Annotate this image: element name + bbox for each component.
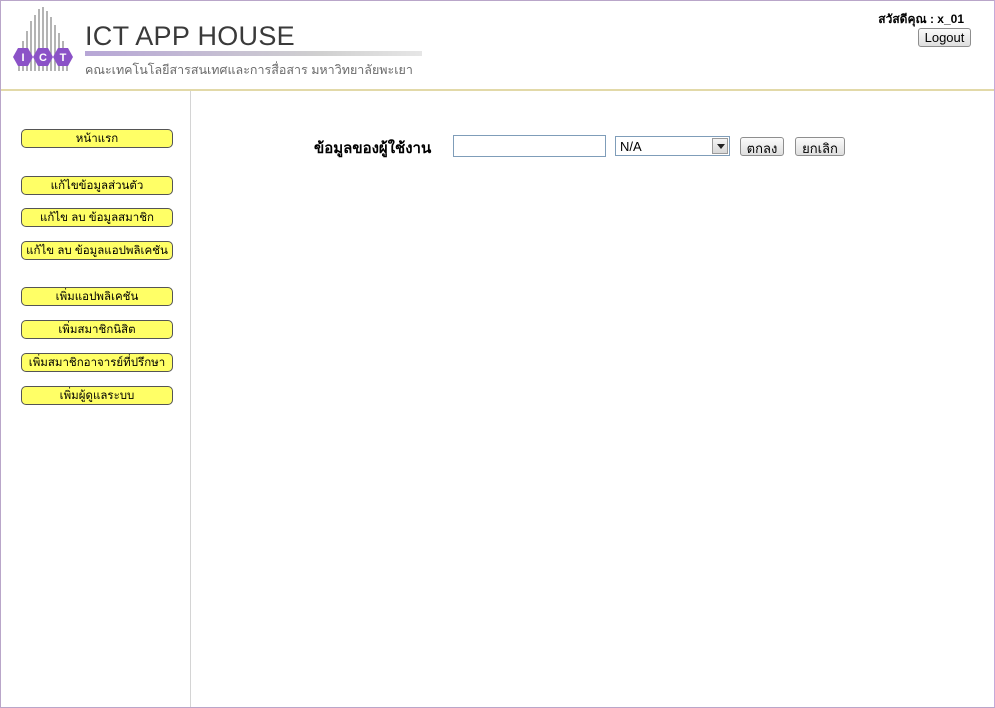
cancel-button[interactable]: ยกเลิก xyxy=(795,137,845,156)
nav-home-button[interactable]: หน้าแรก xyxy=(21,129,173,148)
nav-manage-applications-button[interactable]: แก้ไข ลบ ข้อมูลแอปพลิเคชัน xyxy=(21,241,173,260)
logout-button[interactable]: Logout xyxy=(918,28,971,47)
nav-add-advisor-button[interactable]: เพิ่มสมาชิกอาจารย์ที่ปรึกษา xyxy=(21,353,173,372)
site-subtitle: คณะเทคโนโลยีสารสนเทศและการสื่อสาร มหาวิท… xyxy=(85,63,413,77)
title-underline xyxy=(85,51,422,56)
nav-manage-members-button[interactable]: แก้ไข ลบ ข้อมูลสมาชิก xyxy=(21,208,173,227)
ict-logo-icon: I C T xyxy=(13,7,73,71)
user-info-label: ข้อมูลของผู้ใช้งาน xyxy=(314,139,432,157)
site-title: ICT APP HOUSE xyxy=(85,21,295,51)
sidebar: หน้าแรก แก้ไขข้อมูลส่วนตัว แก้ไข ลบ ข้อม… xyxy=(1,91,191,707)
nav-add-application-button[interactable]: เพิ่มแอปพลิเคชัน xyxy=(21,287,173,306)
header: I C T ICT APP HOUSE คณะเทคโนโลยีสารสนเทศ… xyxy=(1,1,994,89)
nav-add-admin-button[interactable]: เพิ่มผู้ดูแลระบบ xyxy=(21,386,173,405)
filter-select-value: N/A xyxy=(620,139,642,154)
svg-text:T: T xyxy=(60,52,67,64)
user-search-input[interactable] xyxy=(453,135,606,157)
user-greeting: สวัสดีคุณ : x_01 xyxy=(878,12,964,26)
filter-select[interactable]: N/A xyxy=(615,136,730,156)
nav-add-student-button[interactable]: เพิ่มสมาชิกนิสิต xyxy=(21,320,173,339)
svg-text:I: I xyxy=(21,52,24,64)
chevron-down-icon[interactable] xyxy=(712,138,728,154)
submit-button[interactable]: ตกลง xyxy=(740,137,784,156)
nav-edit-profile-button[interactable]: แก้ไขข้อมูลส่วนตัว xyxy=(21,176,173,195)
svg-text:C: C xyxy=(39,52,47,64)
